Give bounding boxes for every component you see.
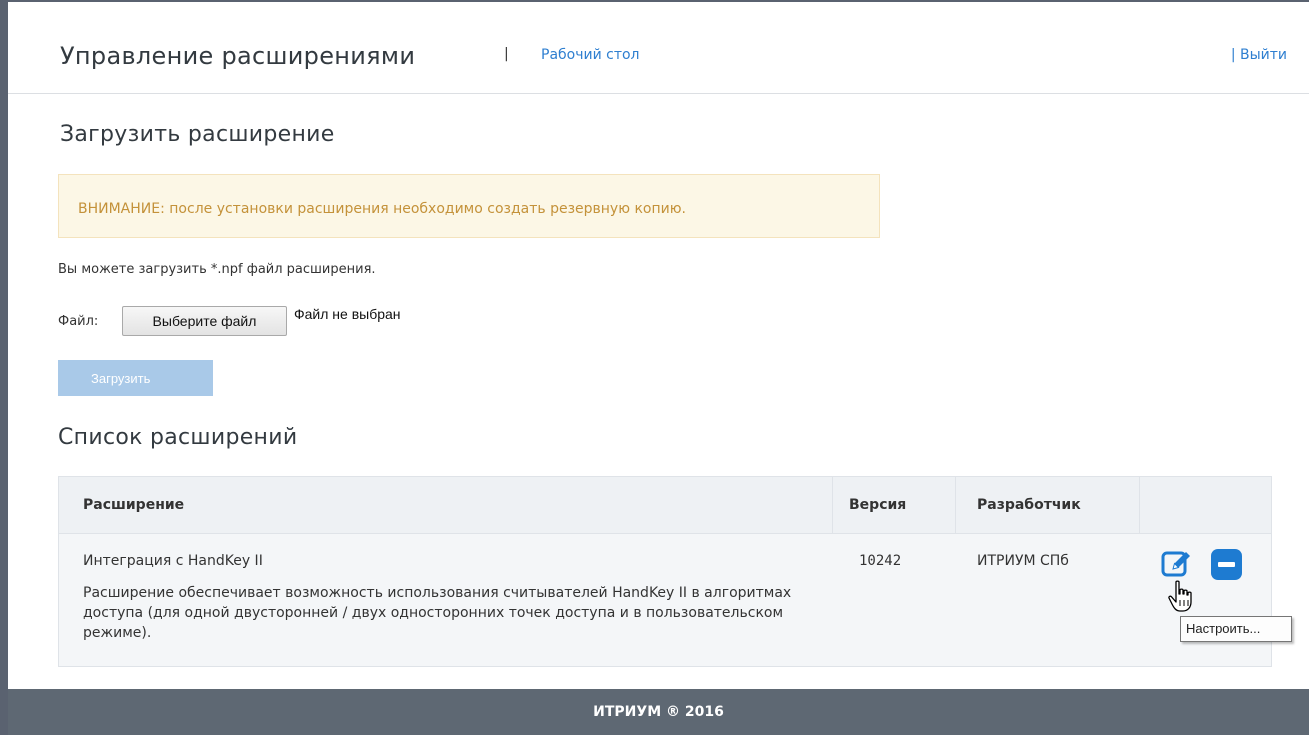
column-divider xyxy=(955,477,956,534)
logout-label: Выйти xyxy=(1239,47,1287,63)
footer: ИТРИУМ ® 2016 xyxy=(8,689,1309,735)
upload-info-text: Вы можете загрузить *.npf файл расширени… xyxy=(58,262,376,277)
extensions-list-heading: Список расширений xyxy=(58,425,298,450)
upload-button[interactable]: Загрузить xyxy=(58,360,213,396)
column-divider xyxy=(832,477,833,534)
extension-name: Интеграция с HandKey II xyxy=(83,553,263,569)
upload-heading: Загрузить расширение xyxy=(60,122,335,147)
extension-version: 10242 xyxy=(859,553,902,569)
tooltip: Настроить... xyxy=(1180,616,1292,642)
choose-file-button[interactable]: Выберите файл xyxy=(122,306,287,336)
file-label: Файл: xyxy=(58,314,99,329)
page-title: Управление расширениями xyxy=(60,42,416,70)
column-header-developer: Разработчик xyxy=(977,497,1081,513)
file-status: Файл не выбран xyxy=(294,306,401,322)
warning-text: ВНИМАНИЕ: после установки расширения нео… xyxy=(78,201,686,217)
extension-description: Расширение обеспечивает возможность испо… xyxy=(83,585,792,641)
logout-separator: | xyxy=(1230,47,1236,63)
column-divider xyxy=(1139,477,1140,534)
warning-alert: ВНИМАНИЕ: после установки расширения нео… xyxy=(58,174,880,238)
footer-text: ИТРИУМ ® 2016 xyxy=(593,704,724,720)
column-header-version: Версия xyxy=(849,497,907,513)
hand-cursor-icon xyxy=(1168,580,1198,614)
header-separator: | xyxy=(504,46,509,62)
header: Управление расширениями | Рабочий стол |… xyxy=(8,2,1309,94)
dashboard-link[interactable]: Рабочий стол xyxy=(541,47,640,63)
table-header: Расширение Версия Разработчик xyxy=(59,477,1271,534)
minus-icon xyxy=(1218,562,1235,567)
edit-icon[interactable] xyxy=(1161,547,1193,579)
logout-link[interactable]: | Выйти xyxy=(1231,47,1287,63)
extension-developer: ИТРИУМ СПб xyxy=(977,553,1069,569)
extensions-table: Расширение Версия Разработчик Интеграция… xyxy=(58,476,1272,667)
column-header-extension: Расширение xyxy=(83,497,185,513)
remove-icon[interactable] xyxy=(1211,549,1242,580)
